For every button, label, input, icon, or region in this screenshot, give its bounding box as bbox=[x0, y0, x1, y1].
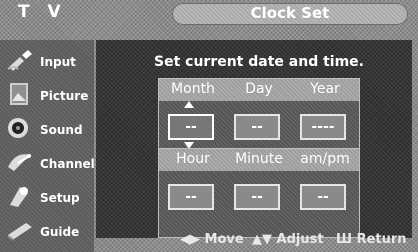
time-group: Hour Minute am/pm -- -- -- bbox=[158, 148, 360, 238]
day-label: Day bbox=[245, 81, 273, 97]
sidebar-item-label: Picture bbox=[40, 89, 89, 103]
speaker-icon bbox=[8, 118, 28, 138]
return-icon: Ш bbox=[336, 232, 353, 247]
hour-field[interactable]: -- bbox=[168, 184, 214, 210]
sidebar-item-label: Sound bbox=[40, 123, 83, 137]
input-plug-icon bbox=[7, 50, 32, 71]
tv-screen: T V Clock Set Input Picture Sound Channe… bbox=[0, 0, 418, 252]
sidebar-item-label: Setup bbox=[40, 191, 80, 205]
minute-field[interactable]: -- bbox=[234, 184, 280, 210]
year-label: Year bbox=[310, 81, 340, 97]
clock-set-panel: Set current date and time. Month Day Yea… bbox=[96, 40, 412, 238]
month-field[interactable]: -- bbox=[168, 114, 214, 140]
increase-arrow-icon[interactable] bbox=[184, 101, 194, 108]
satellite-dish-icon bbox=[8, 154, 31, 171]
sidebar-item-input[interactable]: Input bbox=[0, 44, 94, 78]
instruction-text: Set current date and time. bbox=[154, 54, 364, 70]
hour-label: Hour bbox=[176, 151, 210, 167]
time-fields: -- -- -- bbox=[159, 171, 359, 237]
month-label: Month bbox=[171, 81, 215, 97]
sidebar-item-sound[interactable]: Sound bbox=[0, 112, 94, 146]
sidebar-item-setup[interactable]: Setup bbox=[0, 180, 94, 214]
sidebar-item-label: Channel bbox=[40, 157, 95, 171]
menu-title-bar: Clock Set bbox=[172, 3, 408, 25]
ampm-field[interactable]: -- bbox=[300, 184, 346, 210]
footer-hints: ◀▶ Move ▲▼ Adjust Ш Return bbox=[0, 232, 418, 252]
sidebar-item-picture[interactable]: Picture bbox=[0, 78, 94, 112]
adjust-hint: ▲▼ Adjust bbox=[252, 232, 324, 247]
return-hint: Ш Return bbox=[336, 232, 407, 247]
minute-label: Minute bbox=[235, 151, 283, 167]
sidebar-item-label: Guide bbox=[40, 225, 80, 239]
ampm-label: am/pm bbox=[300, 151, 350, 167]
tv-label: T V bbox=[18, 2, 67, 22]
sidebar-item-channel[interactable]: Channel bbox=[0, 146, 95, 180]
page-title: Clock Set bbox=[250, 4, 330, 22]
time-header: Hour Minute am/pm bbox=[159, 149, 359, 171]
adjust-arrows-icon: ▲▼ bbox=[252, 232, 272, 247]
day-field[interactable]: -- bbox=[234, 114, 280, 140]
move-arrows-icon: ◀▶ bbox=[180, 232, 200, 247]
setup-icon bbox=[10, 187, 28, 207]
picture-icon bbox=[10, 83, 28, 105]
year-field[interactable]: ---- bbox=[300, 114, 346, 140]
date-header: Month Day Year bbox=[159, 79, 359, 101]
sidebar-menu: Input Picture Sound Channel Setup Guide bbox=[0, 40, 95, 252]
sidebar-item-label: Input bbox=[40, 55, 76, 69]
move-hint: ◀▶ Move bbox=[180, 232, 244, 247]
